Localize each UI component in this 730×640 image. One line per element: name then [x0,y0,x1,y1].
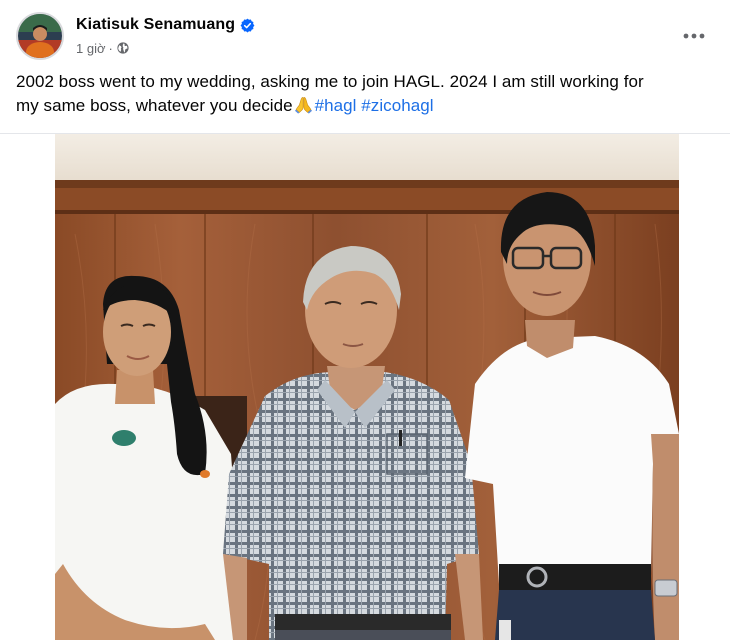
post-meta: 1 giờ · [76,40,129,56]
post-text-line-1: 2002 boss went to my wedding, asking me … [16,72,644,91]
avatar-image [18,14,62,58]
facebook-post: Kiatisuk Senamuang 1 giờ · 2002 boss wen… [0,0,730,640]
group-photo-image [55,134,679,640]
author-avatar[interactable] [16,12,64,60]
verified-badge-icon [240,18,255,33]
hashtag-link-hagl[interactable]: #hagl [315,96,357,115]
author-row: Kiatisuk Senamuang [76,14,255,36]
more-horizontal-icon [683,33,705,39]
folded-hands-icon [294,95,313,114]
post-time[interactable]: 1 giờ [76,41,106,56]
more-options-button[interactable] [676,18,712,54]
post-photo[interactable] [55,134,679,640]
post-text-line-2-text: my same boss, whatever you decide [16,96,293,115]
hashtag-link-zicohagl[interactable]: #zicohagl [361,96,433,115]
meta-separator: · [108,40,113,56]
author-name[interactable]: Kiatisuk Senamuang [76,16,235,34]
post-body-text: 2002 boss went to my wedding, asking me … [16,70,716,118]
post-text-line-2: my same boss, whatever you decide #hagl … [16,94,716,118]
globe-icon[interactable] [117,42,129,54]
post-header: Kiatisuk Senamuang 1 giờ · [16,12,714,60]
